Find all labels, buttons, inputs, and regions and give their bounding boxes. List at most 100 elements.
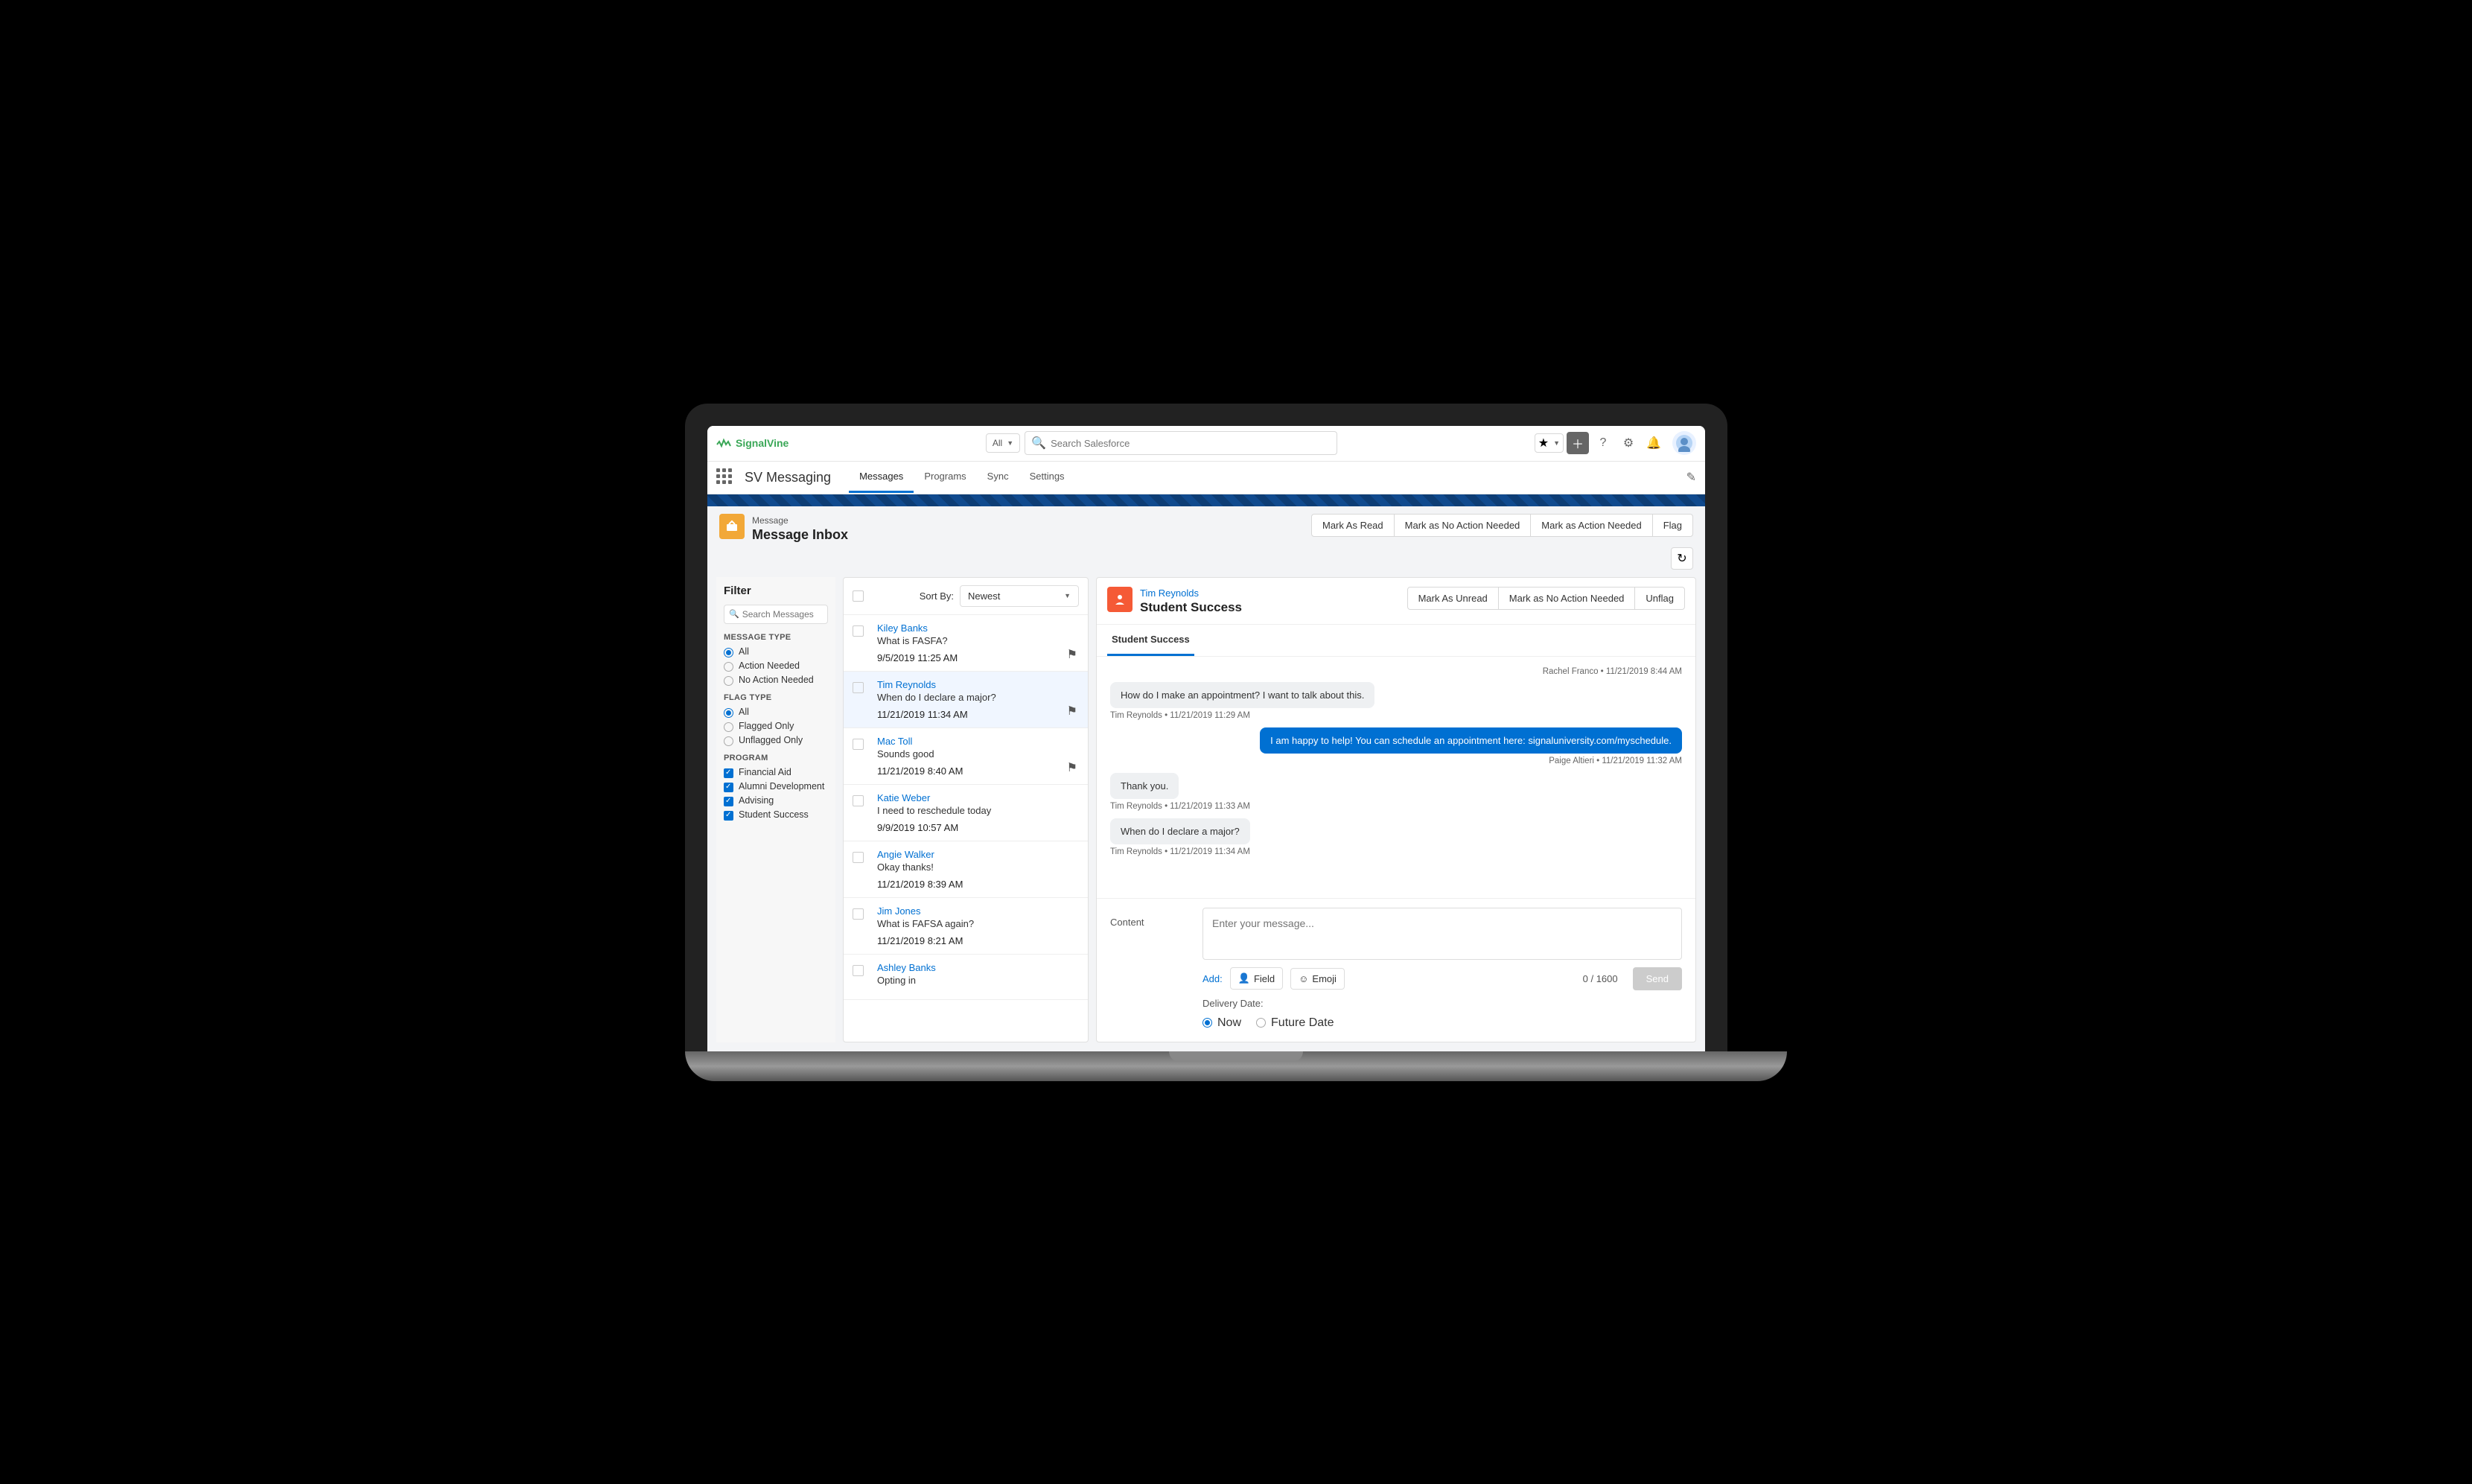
- action-mark-as-no-action-needed[interactable]: Mark as No Action Needed: [1394, 514, 1532, 537]
- detail-action-mark-as-no-action-needed[interactable]: Mark as No Action Needed: [1498, 587, 1636, 610]
- flag-icon[interactable]: ⚑: [1067, 704, 1077, 719]
- message-sender: Tim Reynolds: [877, 679, 1076, 690]
- radio-icon: [724, 722, 733, 732]
- nav-tab-sync[interactable]: Sync: [977, 462, 1019, 493]
- message-checkbox[interactable]: [853, 795, 864, 806]
- conversation-tab[interactable]: Student Success: [1107, 625, 1194, 656]
- message-checkbox[interactable]: [853, 965, 864, 976]
- filter-option[interactable]: Flagged Only: [724, 721, 828, 732]
- notifications-button[interactable]: 🔔: [1643, 432, 1665, 454]
- delivery-option[interactable]: Future Date: [1256, 1016, 1334, 1030]
- message-list-item[interactable]: Angie WalkerOkay thanks!11/21/2019 8:39 …: [844, 841, 1088, 898]
- refresh-button[interactable]: ↻: [1671, 547, 1693, 570]
- delivery-date-label: Delivery Date:: [1202, 998, 1682, 1009]
- action-flag[interactable]: Flag: [1652, 514, 1693, 537]
- flag-type-label: FLAG TYPE: [724, 693, 828, 702]
- message-checkbox[interactable]: [853, 852, 864, 863]
- filter-search[interactable]: 🔍: [724, 605, 828, 624]
- radio-icon: [1256, 1018, 1266, 1028]
- message-preview: Okay thanks!: [877, 862, 1076, 873]
- refresh-icon: ↻: [1677, 551, 1686, 566]
- message-list-item[interactable]: Mac TollSounds good11/21/2019 8:40 AM⚑: [844, 728, 1088, 785]
- message-timestamp: 9/5/2019 11:25 AM: [877, 652, 1076, 663]
- message-preview: I need to reschedule today: [877, 805, 1076, 816]
- message-preview: Opting in: [877, 975, 1076, 986]
- program-checkbox[interactable]: Financial Aid: [724, 767, 828, 778]
- message-list-item[interactable]: Tim ReynoldsWhen do I declare a major?11…: [844, 672, 1088, 728]
- search-icon: 🔍: [729, 609, 739, 619]
- nav-tab-messages[interactable]: Messages: [849, 462, 914, 493]
- add-button[interactable]: ＋: [1567, 432, 1589, 454]
- message-timestamp: 9/9/2019 10:57 AM: [877, 822, 1076, 833]
- message-checkbox[interactable]: [853, 739, 864, 750]
- flag-icon[interactable]: ⚑: [1067, 647, 1077, 662]
- checkbox-icon: [724, 811, 733, 821]
- message-list-item[interactable]: Katie Weber I need to reschedule today 9/9…: [844, 785, 1088, 841]
- search-input[interactable]: [1051, 438, 1331, 449]
- char-counter: 0 / 1600: [1583, 973, 1618, 984]
- delivery-option[interactable]: Now: [1202, 1016, 1241, 1030]
- message-checkbox[interactable]: [853, 625, 864, 637]
- message-bubble: I am happy to help! You can schedule an …: [1260, 727, 1682, 754]
- message-list-item[interactable]: Jim JonesWhat is FAFSA again?11/21/2019 …: [844, 898, 1088, 955]
- page-title: Message Inbox: [752, 527, 848, 543]
- send-button[interactable]: Send: [1633, 967, 1682, 990]
- nav-tab-programs[interactable]: Programs: [914, 462, 976, 493]
- message-timestamp: 11/21/2019 8:40 AM: [877, 765, 1076, 777]
- message-checkbox[interactable]: [853, 682, 864, 693]
- checkbox-icon: [724, 768, 733, 778]
- message-input[interactable]: [1202, 908, 1682, 960]
- content-label: Content: [1110, 908, 1192, 928]
- message-sender: Jim Jones: [877, 905, 1076, 917]
- select-all-checkbox[interactable]: [853, 590, 864, 602]
- search-scope-select[interactable]: All▼: [986, 433, 1020, 453]
- search-icon: 🔍: [1031, 436, 1046, 450]
- flag-icon[interactable]: ⚑: [1067, 760, 1077, 775]
- message-sender: Katie Weber: [877, 792, 1076, 803]
- add-field-button[interactable]: 👤Field: [1230, 967, 1283, 990]
- message-timestamp: 11/21/2019 8:21 AM: [877, 935, 1076, 946]
- program-checkbox[interactable]: Alumni Development: [724, 781, 828, 792]
- global-search[interactable]: 🔍: [1025, 431, 1337, 455]
- help-button[interactable]: ?: [1592, 432, 1614, 454]
- nav-tab-settings[interactable]: Settings: [1019, 462, 1075, 493]
- message-list-panel: Sort By: Newest ▼ Kiley BanksWhat is FAS…: [843, 577, 1089, 1042]
- message-bubble: Thank you.: [1110, 773, 1179, 799]
- user-avatar[interactable]: [1672, 431, 1696, 455]
- chevron-down-icon: ▼: [1064, 592, 1071, 599]
- message-meta: Tim Reynolds • 11/21/2019 11:34 AM: [1110, 847, 1682, 856]
- message-preview: When do I declare a major?: [877, 692, 1076, 703]
- message-list-item[interactable]: Kiley BanksWhat is FASFA?9/5/2019 11:25 …: [844, 615, 1088, 672]
- program-checkbox[interactable]: Advising: [724, 795, 828, 806]
- chevron-down-icon: ▼: [1553, 439, 1560, 447]
- filter-option[interactable]: No Action Needed: [724, 675, 828, 686]
- filter-option[interactable]: Unflagged Only: [724, 735, 828, 746]
- chevron-down-icon: ▼: [1007, 439, 1013, 447]
- detail-action-mark-as-unread[interactable]: Mark As Unread: [1407, 587, 1499, 610]
- contact-name[interactable]: Tim Reynolds: [1140, 587, 1199, 599]
- favorites-button[interactable]: ★▼: [1535, 433, 1564, 453]
- message-list-item[interactable]: Ashley BanksOpting in: [844, 955, 1088, 1000]
- message-meta: Paige Altieri • 11/21/2019 11:32 AM: [1110, 757, 1682, 765]
- action-mark-as-read[interactable]: Mark As Read: [1311, 514, 1395, 537]
- sort-label: Sort By:: [920, 590, 954, 602]
- message-bubble-row: Thank you.Tim Reynolds • 11/21/2019 11:3…: [1110, 773, 1682, 811]
- edit-nav-button[interactable]: ✎: [1686, 470, 1696, 485]
- sort-select[interactable]: Newest ▼: [960, 585, 1079, 607]
- message-checkbox[interactable]: [853, 908, 864, 920]
- filter-option[interactable]: Action Needed: [724, 660, 828, 672]
- detail-action-unflag[interactable]: Unflag: [1634, 587, 1685, 610]
- message-bubble: When do I declare a major?: [1110, 818, 1250, 844]
- app-name: SV Messaging: [745, 470, 831, 485]
- setup-button[interactable]: ⚙: [1617, 432, 1640, 454]
- action-mark-as-action-needed[interactable]: Mark as Action Needed: [1530, 514, 1652, 537]
- add-emoji-button[interactable]: ☺Emoji: [1290, 968, 1345, 990]
- radio-icon: [724, 648, 733, 657]
- program-checkbox[interactable]: Student Success: [724, 809, 828, 821]
- filter-search-input[interactable]: [742, 609, 823, 620]
- radio-icon: [724, 676, 733, 686]
- conversation-panel: Tim Reynolds Student Success Mark As Unr…: [1096, 577, 1696, 1042]
- app-launcher-icon[interactable]: [716, 468, 734, 486]
- filter-option[interactable]: All: [724, 646, 828, 657]
- filter-option[interactable]: All: [724, 707, 828, 718]
